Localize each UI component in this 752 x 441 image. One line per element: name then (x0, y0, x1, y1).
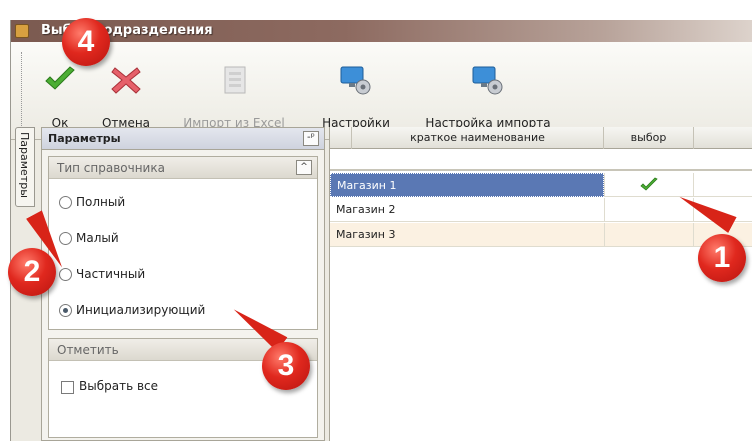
radio-partial-circle[interactable] (59, 268, 72, 281)
column-header-short-name[interactable]: краткое наименование (352, 127, 604, 149)
grid-header: краткое наименование выбор (330, 127, 752, 149)
annotation-badge-2: 2 (8, 248, 56, 296)
collapse-button[interactable]: ^ (296, 160, 312, 175)
radio-initializing-circle[interactable] (59, 304, 72, 317)
radio-initializing-label: Инициализирующий (76, 303, 206, 317)
directory-type-header: Тип справочника ^ (49, 157, 317, 179)
row-name-cell[interactable]: Магазин 2 (330, 198, 604, 222)
import-settings-monitor-icon (472, 66, 503, 95)
check-icon (640, 177, 658, 191)
radio-small-label: Малый (76, 231, 119, 245)
annotation-badge-1: 1 (698, 234, 746, 282)
grid-filter-row[interactable] (330, 149, 752, 171)
excel-import-button[interactable]: Импорт из Excel (179, 54, 289, 138)
import-settings-button[interactable]: Настройка импорта (413, 54, 563, 138)
dialog-window: Выбор подразделения Ок Отмена Импорт из … (10, 20, 752, 441)
check-icon (45, 66, 75, 90)
ok-button[interactable]: Ок (41, 54, 79, 138)
row-name-cell[interactable]: Магазин 3 (330, 223, 604, 247)
select-all-label: Выбрать все (79, 379, 159, 393)
column-header-pick[interactable]: выбор (604, 127, 694, 149)
table-row[interactable]: Магазин 1 (330, 173, 752, 197)
side-tab-label: Параметры (18, 132, 31, 198)
parameters-side-tab[interactable]: Параметры (15, 127, 35, 207)
row-name-cell[interactable]: Магазин 1 (330, 173, 604, 197)
annotation-badge-4: 4 (62, 18, 110, 66)
cancel-x-icon (111, 67, 141, 94)
radio-small-circle[interactable] (59, 232, 72, 245)
row-pick-cell[interactable] (604, 223, 694, 247)
cancel-button[interactable]: Отмена (91, 54, 161, 138)
row-pick-cell[interactable] (604, 173, 694, 197)
annotation-badge-3: 3 (262, 342, 310, 390)
row-header-corner (330, 127, 352, 149)
select-all-checkbox[interactable] (61, 381, 74, 394)
row-pick-cell[interactable] (604, 198, 694, 222)
stores-grid: краткое наименование выбор Магазин 1 Маг… (329, 127, 752, 441)
parameters-pane-title: Параметры (48, 132, 121, 145)
settings-monitor-icon (340, 66, 371, 95)
title-bar: Выбор подразделения (11, 20, 752, 42)
parameters-pane-header: Параметры -ᵖ (42, 128, 324, 150)
pin-button[interactable]: -ᵖ (303, 131, 319, 146)
excel-import-icon (224, 66, 246, 94)
radio-full-circle[interactable] (59, 196, 72, 209)
settings-button[interactable]: Настройки (313, 54, 399, 138)
table-row[interactable]: Магазин 3 (330, 223, 752, 247)
directory-type-title: Тип справочника (57, 161, 165, 175)
radio-full-label: Полный (76, 195, 126, 209)
parameters-pane: Параметры -ᵖ Тип справочника ^ Полный Ма… (41, 127, 325, 441)
toolbar: Ок Отмена Импорт из Excel Настройки Наст… (11, 42, 752, 140)
radio-partial-label: Частичный (76, 267, 146, 281)
directory-type-group: Тип справочника ^ Полный Малый Частичный… (48, 156, 318, 330)
toolbar-grip (21, 52, 23, 136)
mark-title: Отметить (57, 343, 119, 357)
app-icon (15, 24, 29, 38)
